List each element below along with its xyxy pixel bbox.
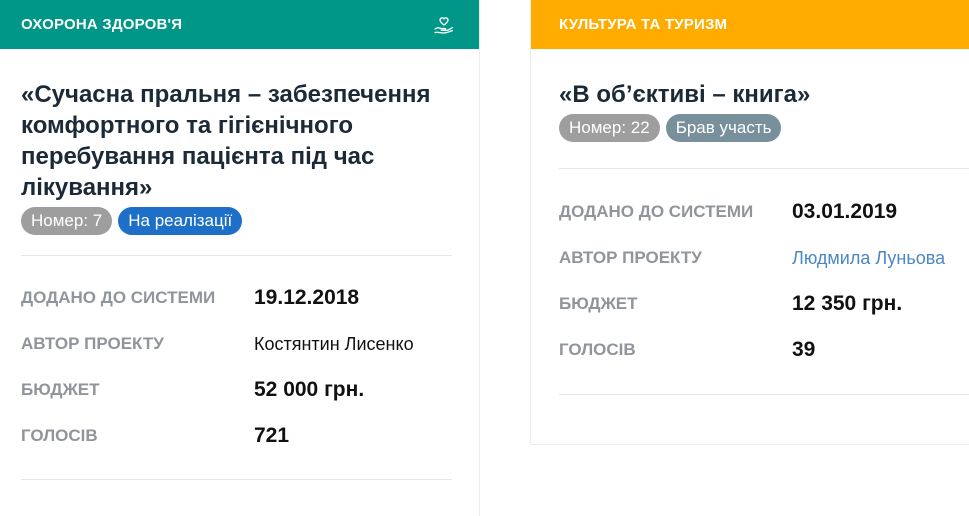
author-link[interactable]: Людмила Луньова xyxy=(792,248,945,269)
info-row-author: АВТОР ПРОЕКТУ Людмила Луньова xyxy=(559,235,969,281)
badge-group: Номер: 22 Брав участь xyxy=(559,114,969,142)
info-row-votes: ГОЛОСІВ 721 xyxy=(21,413,479,459)
info-value: 52 000 грн. xyxy=(254,378,365,401)
divider xyxy=(21,255,452,256)
info-label: ГОЛОСІВ xyxy=(21,426,98,445)
info-row-budget: БЮДЖЕТ 52 000 грн. xyxy=(21,367,479,413)
project-card-book[interactable]: КУЛЬТУРА ТА ТУРИЗМ «В об’єктиві – книга»… xyxy=(530,0,969,445)
divider xyxy=(559,394,969,395)
author-name: Костянтин Лисенко xyxy=(254,333,414,354)
info-row-budget: БЮДЖЕТ 12 350 грн. xyxy=(559,281,969,327)
info-label: ДОДАНО ДО СИСТЕМИ xyxy=(559,202,754,221)
divider xyxy=(21,479,452,480)
number-badge: Номер: 7 xyxy=(21,207,113,235)
info-label: БЮДЖЕТ xyxy=(559,294,638,313)
info-row-date: ДОДАНО ДО СИСТЕМИ 19.12.2018 xyxy=(21,275,479,321)
info-row-votes: ГОЛОСІВ 39 xyxy=(559,327,969,373)
category-label: ОХОРОНА ЗДОРОВ'Я xyxy=(21,16,183,33)
info-row-date: ДОДАНО ДО СИСТЕМИ 03.01.2019 xyxy=(559,189,969,235)
info-label: ГОЛОСІВ xyxy=(559,340,636,359)
hand-heart-icon xyxy=(433,14,455,36)
info-label: БЮДЖЕТ xyxy=(21,380,100,399)
info-label: ДОДАНО ДО СИСТЕМИ xyxy=(21,288,216,307)
divider xyxy=(559,168,969,169)
status-badge: На реалізації xyxy=(118,207,243,235)
project-info: ДОДАНО ДО СИСТЕМИ 19.12.2018 АВТОР ПРОЕК… xyxy=(21,275,479,459)
info-value: 12 350 грн. xyxy=(792,292,903,315)
info-row-author: АВТОР ПРОЕКТУ Костянтин Лисенко xyxy=(21,321,479,367)
info-value: 721 xyxy=(254,424,290,447)
info-label: АВТОР ПРОЕКТУ xyxy=(21,334,164,353)
project-title[interactable]: «В об’єктиві – книга» xyxy=(559,79,969,110)
number-badge: Номер: 22 xyxy=(559,114,660,142)
info-value: 39 xyxy=(792,338,816,361)
badge-group: Номер: 7 На реалізації xyxy=(21,207,479,235)
status-badge: Брав участь xyxy=(665,114,782,142)
category-label: КУЛЬТУРА ТА ТУРИЗМ xyxy=(559,16,728,33)
project-card-laundry[interactable]: ОХОРОНА ЗДОРОВ'Я «Сучасна пральня – забе… xyxy=(0,0,480,516)
info-value: 19.12.2018 xyxy=(254,286,360,309)
category-header[interactable]: ОХОРОНА ЗДОРОВ'Я xyxy=(0,0,479,49)
category-header[interactable]: КУЛЬТУРА ТА ТУРИЗМ xyxy=(531,0,969,49)
project-title[interactable]: «Сучасна пральня – забезпечення комфортн… xyxy=(21,79,441,203)
project-info: ДОДАНО ДО СИСТЕМИ 03.01.2019 АВТОР ПРОЕК… xyxy=(559,189,969,373)
info-label: АВТОР ПРОЕКТУ xyxy=(559,248,702,267)
info-value: 03.01.2019 xyxy=(792,200,898,223)
